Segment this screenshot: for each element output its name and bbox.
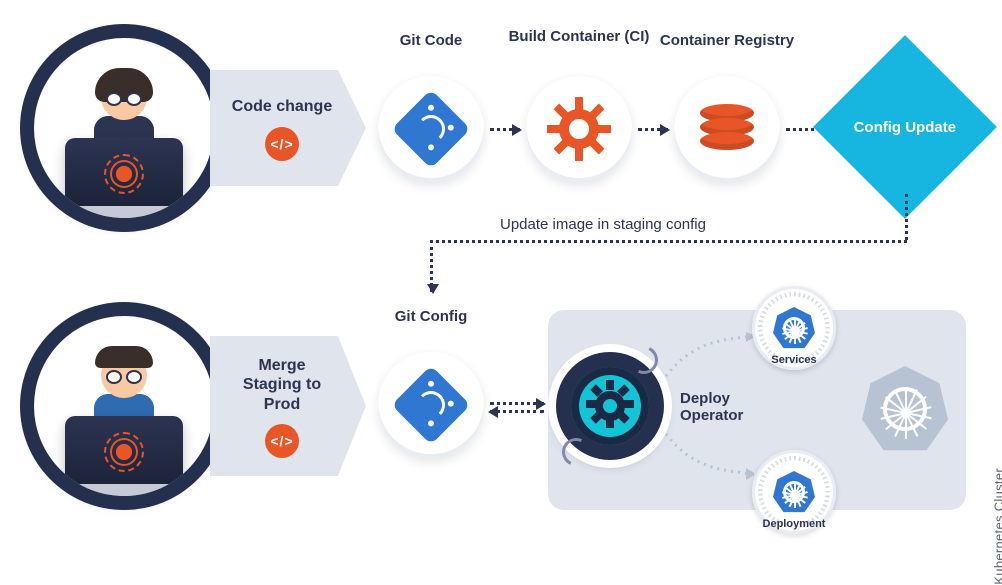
- container-registry-step: Container Registry: [674, 76, 780, 182]
- operator-to-deployment-path: [664, 432, 754, 480]
- operator-gear-icon: [590, 386, 630, 426]
- connector-config-down: [905, 194, 908, 240]
- code-badge-icon-2: </>: [265, 424, 299, 458]
- build-ci-label: Build Container (CI): [504, 28, 654, 45]
- git-icon-2: [391, 365, 470, 444]
- helm-wheel-big-icon: [883, 387, 927, 431]
- git-code-step: Git Code: [378, 76, 484, 182]
- developer-2-disc: [34, 316, 214, 496]
- git-icon: [391, 89, 470, 168]
- git-code-label: Git Code: [361, 32, 501, 49]
- laptop-icon: [65, 138, 183, 210]
- connector-config-down2: [430, 240, 433, 292]
- deployment-coin: Deployment: [752, 450, 836, 534]
- cluster-side-label: Kubernetes Cluster: [992, 468, 1002, 585]
- merge-prod-banner: Merge Staging to Prod </>: [210, 336, 366, 476]
- sun-logo-icon-2: [110, 438, 138, 466]
- code-change-banner: Code change </>: [210, 70, 366, 186]
- developer-avatar: [54, 68, 194, 218]
- container-registry-label: Container Registry: [657, 32, 797, 49]
- arrow-git-to-ci: [490, 128, 520, 131]
- arrow-ci-to-registry: [638, 128, 668, 131]
- deployment-label: Deployment: [763, 518, 826, 530]
- code-badge-icon: </>: [265, 127, 299, 161]
- helm-wheel-icon: [783, 317, 805, 339]
- config-update-diamond: Config Update: [813, 35, 997, 219]
- code-change-label: Code change: [232, 97, 332, 116]
- deploy-operator-label: Deploy Operator: [680, 390, 760, 424]
- database-icon: [700, 104, 754, 154]
- services-label: Services: [771, 354, 816, 366]
- laptop-icon-2: [65, 416, 183, 488]
- diagram-canvas: Code change </> Git Code Build Container…: [0, 0, 1002, 574]
- git-config-step: Git Config: [378, 352, 484, 458]
- update-image-label: Update image in staging config: [500, 216, 706, 233]
- merge-prod-label: Merge Staging to Prod: [228, 356, 336, 414]
- developer-avatar-2: [54, 346, 194, 496]
- gear-icon: [553, 103, 605, 155]
- services-coin: Services: [752, 286, 836, 370]
- connector-config-left: [430, 240, 907, 243]
- deploy-operator-disc: [556, 352, 664, 460]
- build-ci-step: Build Container (CI): [526, 76, 632, 182]
- sun-logo-icon: [110, 160, 138, 188]
- arrow-gitconfig-left: [490, 410, 544, 413]
- arrow-gitconfig-right: [490, 402, 544, 405]
- developer-1-disc: [34, 38, 214, 218]
- config-update-label: Config Update: [854, 119, 957, 136]
- helm-wheel-icon-2: [783, 481, 805, 503]
- git-config-label: Git Config: [361, 308, 501, 325]
- operator-to-services-path: [664, 330, 754, 378]
